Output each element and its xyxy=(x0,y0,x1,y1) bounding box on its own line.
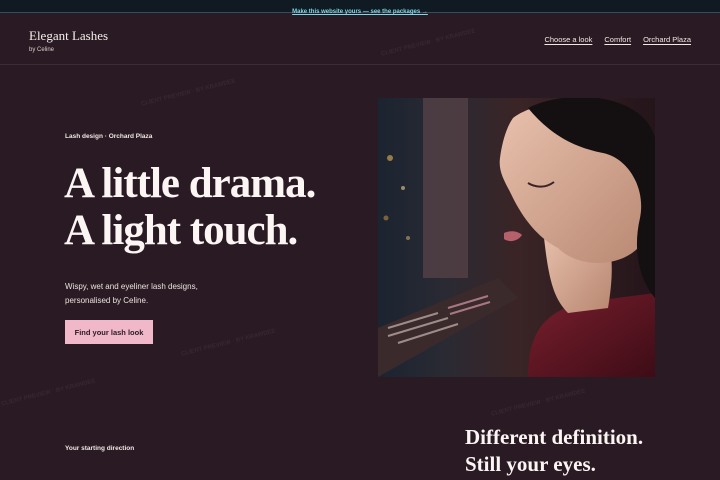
brand-name: Elegant Lashes xyxy=(29,28,109,43)
hero-title-line-2: A light touch. xyxy=(64,207,298,254)
section-label: Your starting direction xyxy=(65,445,135,452)
section-title: Different definition. Still your eyes. xyxy=(465,424,715,478)
main-nav: Choose a look Comfort Orchard Plaza xyxy=(544,35,691,44)
find-lash-look-button[interactable]: Find your lash look xyxy=(65,320,153,344)
hero-photo xyxy=(378,98,655,377)
brand-byline: by Celine xyxy=(29,47,55,53)
hero-eyebrow: Lash design · Orchard Plaza xyxy=(65,133,153,140)
nav-choose-a-look[interactable]: Choose a look xyxy=(544,35,592,44)
portrait-image xyxy=(378,98,655,377)
nav-orchard-plaza[interactable]: Orchard Plaza xyxy=(643,35,691,44)
watermark: CLIENT PREVIEW · BY KRAWDEE xyxy=(490,388,587,418)
hero-title-line-1: A little drama. xyxy=(64,160,316,207)
watermark: CLIENT PREVIEW · BY KRAWDEE xyxy=(180,328,277,358)
preview-banner: Make this website yours — see the packag… xyxy=(0,0,720,15)
watermark: CLIENT PREVIEW · BY KRAWDEE xyxy=(0,378,97,408)
section-title-line-2: Still your eyes. xyxy=(465,452,596,476)
section-title-line-1: Different definition. xyxy=(465,425,644,449)
watermark: CLIENT PREVIEW · BY KRAWDEE xyxy=(140,78,237,108)
hero-title: A little drama. A light touch. xyxy=(64,160,364,254)
site-header: Elegant Lashes by Celine Choose a look C… xyxy=(0,14,720,65)
nav-comfort[interactable]: Comfort xyxy=(604,35,631,44)
hero-lede: Wispy, wet and eyeliner lash designs, pe… xyxy=(65,282,198,305)
brand[interactable]: Elegant Lashes by Celine xyxy=(29,28,108,53)
